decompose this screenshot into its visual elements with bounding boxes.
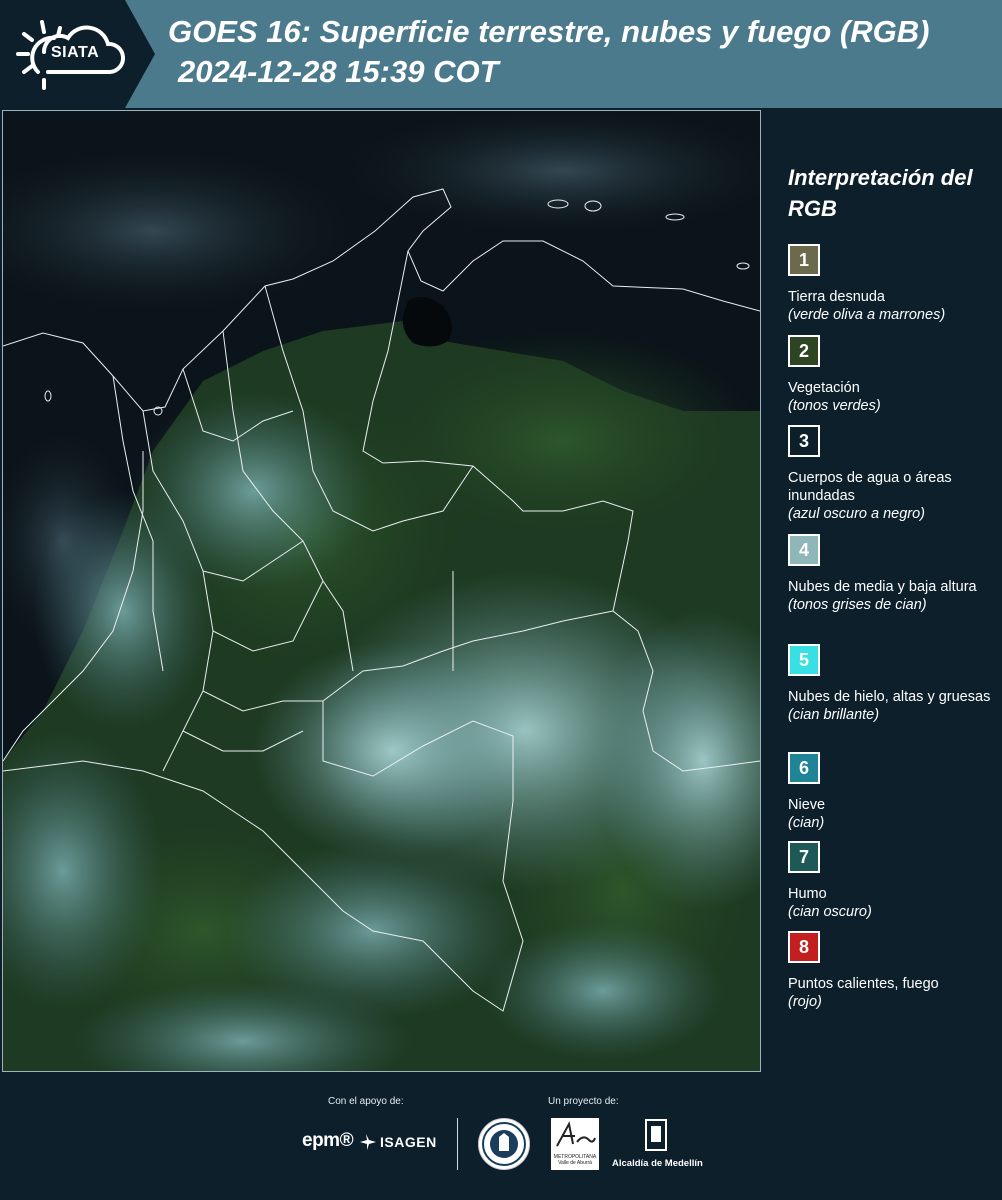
- alcaldia-shield-icon: [645, 1119, 667, 1151]
- legend-label-text: Tierra desnuda: [788, 289, 885, 305]
- legend-label-3: Cuerpos de agua o áreas inundadas (azul …: [788, 469, 998, 523]
- legend-label-5: Nubes de hielo, altas y gruesas (cian br…: [788, 688, 998, 724]
- footer-sponsors: Con el apoyo de: Un proyecto de: epm® IS…: [0, 1072, 1002, 1200]
- legend-item-nubes-hielo: 5 Nubes de hielo, altas y gruesas (cian …: [788, 644, 998, 724]
- legend-label-text: Vegetación: [788, 380, 860, 396]
- epm-logo[interactable]: epm®: [302, 1130, 354, 1152]
- legend-label-text: Nubes de hielo, altas y gruesas: [788, 689, 991, 705]
- legend-item-vegetacion: 2 Vegetación (tonos verdes): [788, 335, 998, 415]
- isagen-star-icon: [360, 1134, 376, 1150]
- seal-icon: [482, 1122, 526, 1166]
- image-timestamp: 2024-12-28 15:39 COT: [178, 54, 499, 89]
- legend-label-desc: (tonos grises de cian): [788, 597, 927, 613]
- area-script-icon: [556, 1121, 596, 1147]
- page-title: GOES 16: Superficie terrestre, nubes y f…: [168, 14, 930, 49]
- legend-label-desc: (rojo): [788, 994, 822, 1010]
- legend-swatch-1: 1: [788, 244, 820, 276]
- siata-logo-text: SIATA: [51, 44, 100, 61]
- legend-label-desc: (cian oscuro): [788, 904, 872, 920]
- legend-label-1: Tierra desnuda (verde oliva a marrones): [788, 288, 998, 324]
- legend-item-nieve: 6 Nieve (cian): [788, 752, 998, 832]
- footer-divider: [457, 1118, 458, 1170]
- legend-swatch-7: 7: [788, 841, 820, 873]
- university-seal-logo[interactable]: [478, 1118, 530, 1170]
- siata-logo[interactable]: SIATA: [0, 0, 155, 108]
- legend-swatch-2: 2: [788, 335, 820, 367]
- header-bar: SIATA GOES 16: Superficie terrestre, nub…: [0, 0, 1002, 108]
- legend-item-nubes-media: 4 Nubes de media y baja altura (tonos gr…: [788, 534, 998, 614]
- isagen-logo[interactable]: ISAGEN: [380, 1134, 437, 1150]
- legend-label-desc: (verde oliva a marrones): [788, 307, 946, 323]
- legend-label-text: Humo: [788, 886, 827, 902]
- legend-label-desc: (tonos verdes): [788, 398, 881, 414]
- legend-label-desc: (cian): [788, 815, 825, 831]
- legend-label-text: Nubes de media y baja altura: [788, 579, 977, 595]
- legend-item-humo: 7 Humo (cian oscuro): [788, 841, 998, 921]
- support-label: Con el apoyo de:: [328, 1096, 404, 1107]
- legend-item-tierra-desnuda: 1 Tierra desnuda (verde oliva a marrones…: [788, 244, 998, 324]
- legend-label-text: Cuerpos de agua o áreas inundadas: [788, 470, 952, 504]
- legend-label-8: Puntos calientes, fuego (rojo): [788, 975, 998, 1011]
- project-label: Un proyecto de:: [548, 1096, 619, 1107]
- legend-label-desc: (azul oscuro a negro): [788, 506, 926, 522]
- legend-label-text: Nieve: [788, 797, 826, 813]
- legend-swatch-5: 5: [788, 644, 820, 676]
- satellite-map: [2, 110, 761, 1072]
- legend-label-6: Nieve (cian): [788, 796, 998, 832]
- alcaldia-medellin-logo[interactable]: Alcaldía de Medellín: [612, 1158, 703, 1169]
- legend-label-2: Vegetación (tonos verdes): [788, 379, 998, 415]
- legend-label-desc: (cian brillante): [788, 707, 880, 723]
- legend-swatch-4: 4: [788, 534, 820, 566]
- legend-swatch-6: 6: [788, 752, 820, 784]
- legend-label-text: Puntos calientes, fuego: [788, 976, 939, 992]
- legend-label-7: Humo (cian oscuro): [788, 885, 998, 921]
- legend-swatch-8: 8: [788, 931, 820, 963]
- legend-label-4: Nubes de media y baja altura (tonos gris…: [788, 578, 998, 614]
- satellite-image-colombia-map: [3, 111, 760, 1071]
- legend-panel: Interpretación del RGB 1 Tierra desnuda …: [762, 110, 1002, 1070]
- legend-item-cuerpos-de-agua: 3 Cuerpos de agua o áreas inundadas (azu…: [788, 425, 998, 523]
- legend-title: Interpretación del RGB: [788, 165, 973, 221]
- area-metropolitana-text: METROPOLITANA Valle de Aburrá: [553, 1154, 597, 1166]
- legend-swatch-3: 3: [788, 425, 820, 457]
- legend-item-fuego: 8 Puntos calientes, fuego (rojo): [788, 931, 998, 1011]
